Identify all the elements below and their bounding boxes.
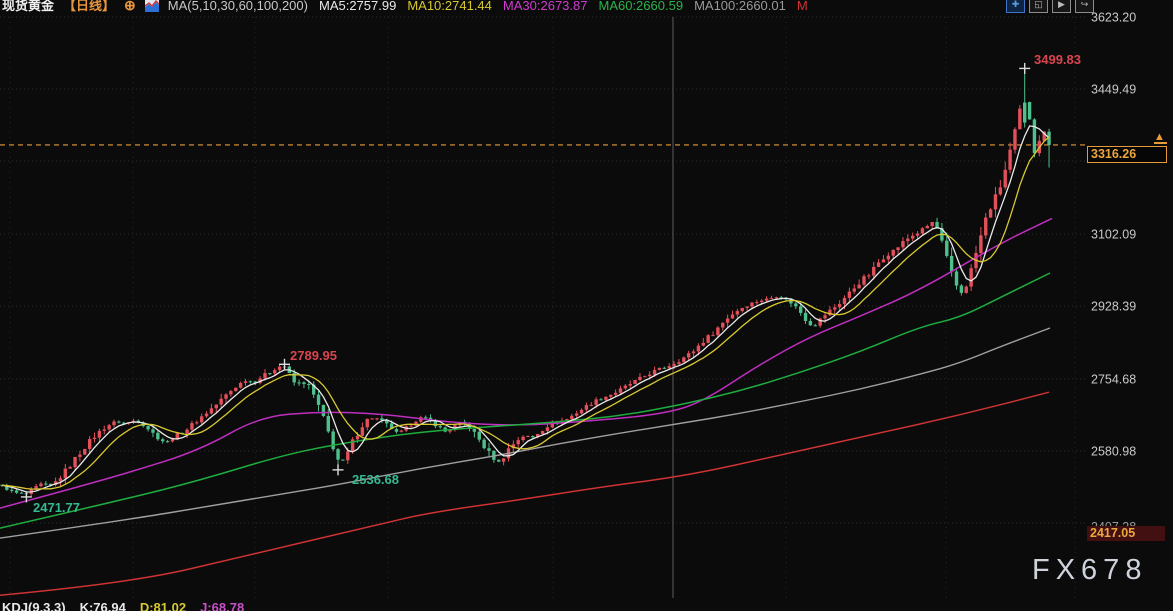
- price-chart-canvas[interactable]: 3499.83 2789.95 2536.68 2471.77 3623.20 3449.…: [0, 0, 1173, 611]
- chart-window: 3499.83 2789.95 2536.68 2471.77 3623.20 3449.…: [0, 0, 1173, 611]
- extreme-price-label: 2789.95: [290, 348, 337, 363]
- chart-toolbar: ✚ ◱ ▶ ↪: [1006, 0, 1094, 13]
- ma-lines: [0, 126, 1052, 595]
- extreme-price-label: 2536.68: [352, 472, 399, 487]
- candles: [0, 68, 1050, 496]
- kdj-d-value: D:81.02: [140, 600, 186, 611]
- pane-layout-icon[interactable]: ◱: [1029, 0, 1048, 13]
- kdj-label: KDJ(9,3,3): [2, 600, 66, 611]
- ma-readout: MA60:2660.59: [598, 0, 683, 14]
- ma-readout: MA5:2757.99: [319, 0, 396, 14]
- extreme-price-label: 3499.83: [1034, 52, 1081, 67]
- price-axis[interactable]: 3623.20 3449.49 3102.09 2928.39 2754.68 2580.…: [1091, 11, 1136, 535]
- kdj-j-value: J:68.78: [200, 600, 244, 611]
- extreme-price-label: 2471.77: [33, 500, 80, 515]
- ma-readout: MA10:2741.44: [407, 0, 492, 14]
- chart-header: 现货黄金 【日线】 ⊕ MA(5,10,30,60,100,200) MA5:27…: [2, 0, 808, 14]
- axis-label: 3623.20: [1091, 11, 1136, 25]
- pop-out-icon[interactable]: ↪: [1075, 0, 1094, 13]
- range-low-tag: 2417.05: [1087, 526, 1165, 541]
- axis-label: 2754.68: [1091, 373, 1136, 387]
- period-selector[interactable]: 【日线】: [63, 0, 115, 14]
- ma-readout: MA100:2660.01: [694, 0, 786, 14]
- ma-readout: MA(5,10,30,60,100,200): [168, 0, 308, 14]
- kdj-k-value: K:76.94: [80, 600, 126, 611]
- axis-label: 3102.09: [1091, 228, 1136, 242]
- ma30-line: [0, 218, 1052, 508]
- axis-label: 3449.49: [1091, 83, 1136, 97]
- grid: [0, 17, 1085, 598]
- ma200-line: [0, 392, 1049, 595]
- kdj-readout-row: KDJ(9,3,3) K:76.94 D:81.02 J:68.78: [2, 600, 244, 611]
- instrument-title: 现货黄金: [2, 0, 54, 14]
- ma-readout: MA30:2673.87: [503, 0, 588, 14]
- chart-style-icon[interactable]: [145, 0, 159, 12]
- add-indicator-icon[interactable]: ⊕: [124, 0, 136, 14]
- axis-label: 2928.39: [1091, 300, 1136, 314]
- current-price-value: 3316.26: [1091, 147, 1136, 161]
- current-price-tag: 3316.26: [1087, 146, 1167, 163]
- ma60-line: [0, 273, 1050, 528]
- jump-to-latest-icon[interactable]: ▲: [1154, 132, 1167, 144]
- range-low-value: 2417.05: [1090, 526, 1135, 540]
- crosshair-tool-icon[interactable]: ✚: [1006, 0, 1025, 13]
- play-pane-icon[interactable]: ▶: [1052, 0, 1071, 13]
- axis-label: 2580.98: [1091, 445, 1136, 459]
- fx678-watermark: FX678: [1032, 554, 1147, 587]
- ma-readout-row: MA(5,10,30,60,100,200) MA5:2757.99 MA10:27…: [168, 0, 808, 14]
- ma-readout: M: [797, 0, 808, 14]
